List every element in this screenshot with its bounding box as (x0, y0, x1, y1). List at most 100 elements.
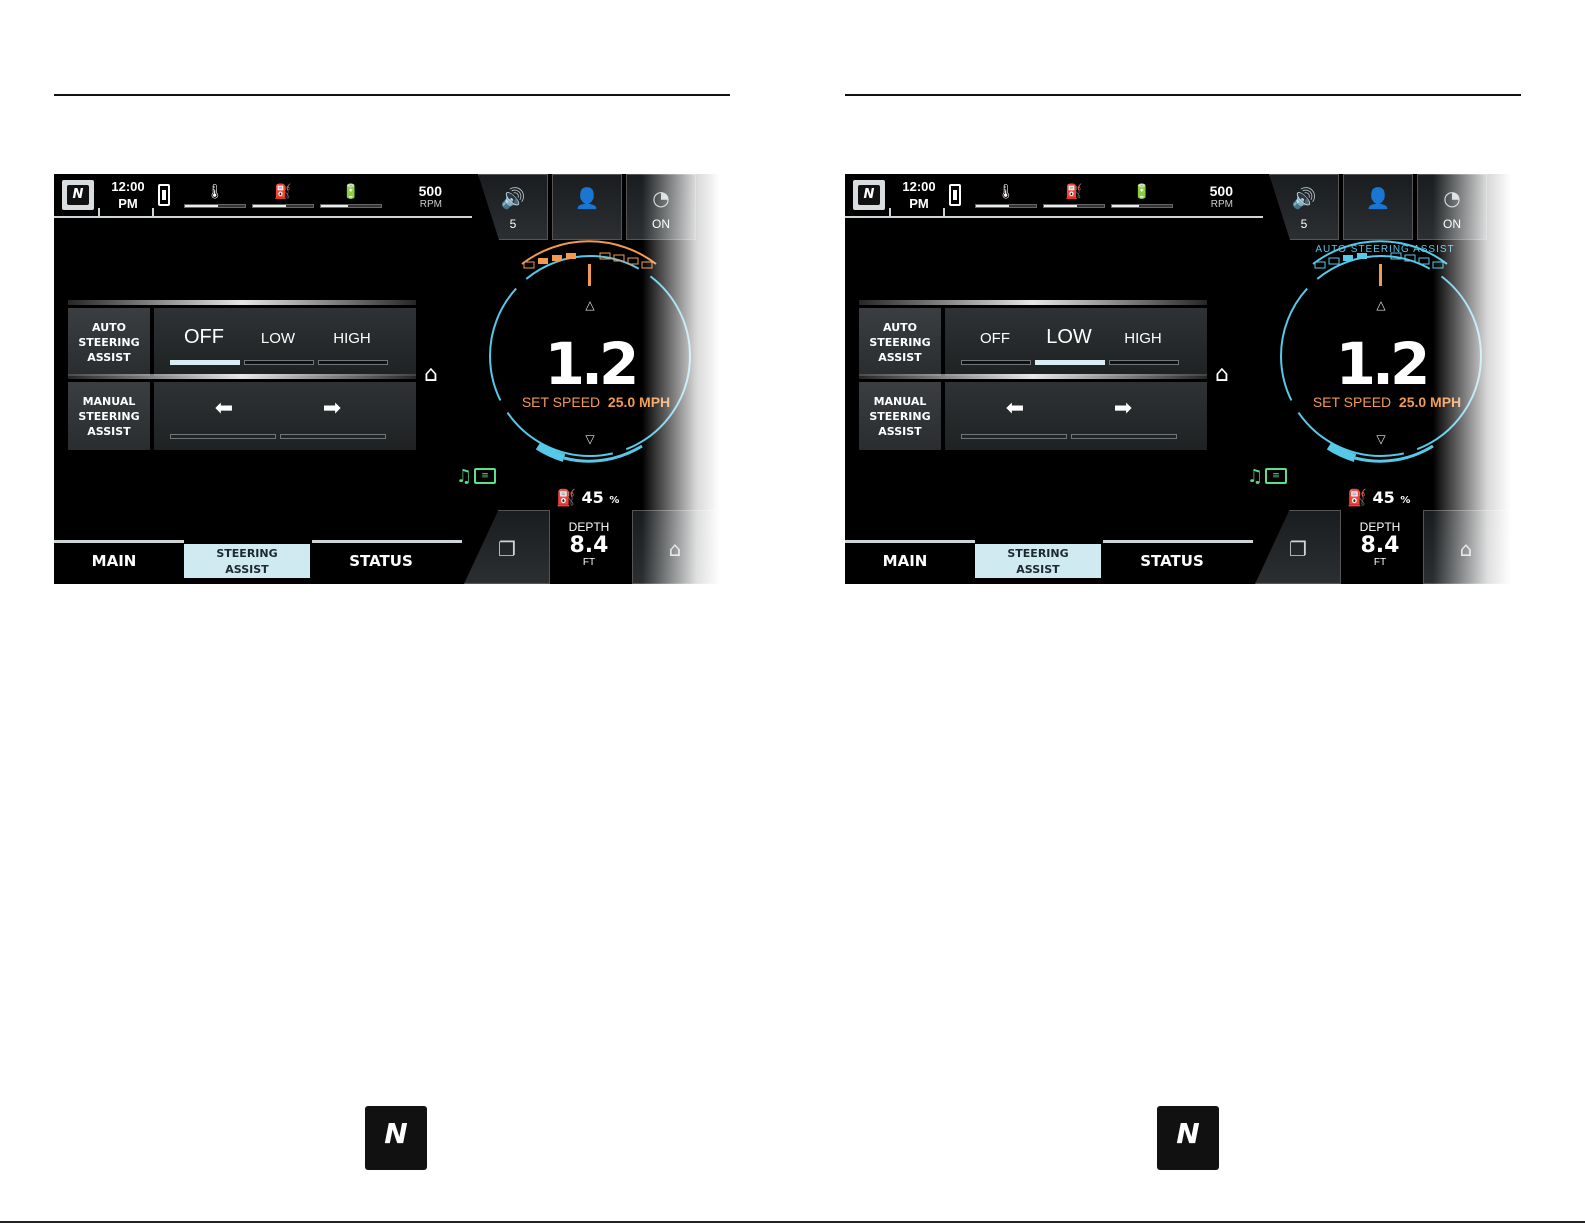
rpm-readout: 500 RPM (1193, 183, 1233, 211)
hull-right-indicator (1071, 434, 1177, 439)
tab-steering-assist[interactable]: STEERING ASSIST (184, 544, 310, 578)
tab-status[interactable]: STATUS (316, 544, 446, 578)
music-icon[interactable]: ♫ (456, 466, 472, 487)
hull-left-icon[interactable]: ⬅ (985, 396, 1045, 421)
manual-assist-options: ⬅ ➡ (154, 382, 416, 450)
volume-button[interactable]: 🔊 5 (478, 174, 548, 240)
option-low-indicator (244, 360, 314, 365)
manual-steering-assist-label: MANUAL STEERING ASSIST (68, 382, 150, 450)
tab-main[interactable]: MAIN (54, 544, 174, 578)
rpm-unit: RPM (1210, 199, 1233, 210)
nautique-logo-icon[interactable]: N (62, 180, 94, 210)
nautique-logo-icon[interactable]: N (853, 180, 885, 210)
temperature-gauge: 🌡 (184, 184, 246, 210)
depth-unit: FT (582, 557, 596, 568)
home-button[interactable]: ⌂ (632, 510, 718, 584)
volume-value: 5 (509, 217, 517, 231)
hull-right-icon[interactable]: ➡ (1093, 396, 1153, 421)
battery-fill (321, 205, 348, 207)
home-button[interactable]: ⌂ (1423, 510, 1509, 584)
speed-up-arrow[interactable]: △ (1373, 298, 1389, 312)
volume-button[interactable]: 🔊 5 (1269, 174, 1339, 240)
nautique-logo-icon: N (1157, 1106, 1219, 1170)
tab-steering-assist[interactable]: STEERING ASSIST (975, 544, 1101, 578)
cruise-button[interactable]: ◔ ON (1417, 174, 1487, 240)
hull-left-indicator (170, 434, 276, 439)
panel-glow (859, 374, 1207, 379)
heading-marker (588, 264, 591, 286)
home-icon[interactable]: ⌂ (1215, 362, 1229, 387)
nautique-logo-icon: N (365, 1106, 427, 1170)
option-low[interactable]: LOW (240, 330, 316, 347)
depth-readout: DEPTH 8.4 FT (554, 520, 624, 568)
tab-label-line: ASSIST (1016, 563, 1060, 576)
label-line: MANUAL (82, 394, 136, 408)
panel-glow (68, 300, 416, 305)
heading-marker (1379, 264, 1382, 286)
set-speed: SET SPEED 25.0 MPH (506, 394, 686, 410)
battery-icon: 🔋 (342, 184, 360, 200)
cruise-button[interactable]: ◔ ON (626, 174, 696, 240)
option-off[interactable]: OFF (166, 326, 242, 349)
music-icon[interactable]: ♫ (1247, 466, 1263, 487)
profile-button[interactable]: 👤 (1343, 174, 1413, 240)
auto-assist-options: OFF LOW HIGH (154, 308, 416, 376)
depth-label: DEPTH (568, 520, 610, 534)
assist-segment (552, 255, 562, 261)
speed-value: 1.2 (544, 330, 640, 398)
rpm-value: 500 (1209, 183, 1233, 199)
label-line: STEERING (78, 409, 140, 423)
assist-segment (566, 253, 576, 259)
speed-down-arrow[interactable]: ▽ (582, 432, 598, 446)
label-line: ASSIST (878, 424, 922, 438)
depth-value: 8.4 (569, 533, 609, 558)
home-icon: ⌂ (1459, 537, 1473, 561)
nav-line (1103, 540, 1253, 543)
tab-label-line: STEERING (1007, 547, 1069, 560)
label-line: ASSIST (878, 350, 922, 364)
hull-left-icon[interactable]: ⬅ (194, 396, 254, 421)
speed-down-arrow[interactable]: ▽ (1373, 432, 1389, 446)
cruise-value: ON (652, 217, 670, 231)
screens-icon: ❐ (1289, 537, 1307, 561)
manual-assist-options: ⬅ ➡ (945, 382, 1207, 450)
cruise-value: ON (1443, 217, 1461, 231)
status-bar-line (54, 216, 472, 218)
option-off[interactable]: OFF (957, 330, 1033, 347)
auto-assist-options: OFF LOW HIGH (945, 308, 1207, 376)
option-low[interactable]: LOW (1031, 326, 1107, 349)
fuel-value: 45 (581, 488, 604, 507)
depth-unit: FT (1373, 557, 1387, 568)
volume-icon: 🔊 (500, 186, 526, 210)
label-line: STEERING (869, 409, 931, 423)
hull-right-indicator (280, 434, 386, 439)
set-speed-label: SET SPEED (1312, 394, 1392, 410)
temperature-icon: 🌡 (997, 184, 1015, 200)
header-rule-right (845, 94, 1521, 96)
rpm-unit: RPM (419, 199, 442, 210)
volume-value: 5 (1300, 217, 1308, 231)
assist-segment (538, 258, 548, 264)
option-high[interactable]: HIGH (1105, 330, 1181, 347)
hull-right-icon[interactable]: ➡ (302, 396, 362, 421)
option-high[interactable]: HIGH (314, 330, 390, 347)
option-high-indicator (1109, 360, 1179, 365)
manual-steering-assist-label: MANUAL STEERING ASSIST (859, 382, 941, 450)
battery-gauge: 🔋 (320, 184, 382, 210)
speed-up-arrow[interactable]: △ (582, 298, 598, 312)
phone-icon (158, 184, 170, 206)
tab-main[interactable]: MAIN (845, 544, 965, 578)
battery-icon: 🔋 (1133, 184, 1151, 200)
profile-button[interactable]: 👤 (552, 174, 622, 240)
status-divider (889, 208, 891, 216)
battery-fill (1112, 205, 1139, 207)
screens-button[interactable]: ❐ (464, 510, 550, 584)
tab-status[interactable]: STATUS (1107, 544, 1237, 578)
assist-segment (1432, 261, 1444, 269)
auto-steering-assist-label: AUTO STEERING ASSIST (859, 308, 941, 376)
tab-label-line: STEERING (216, 547, 278, 560)
screens-button[interactable]: ❐ (1255, 510, 1341, 584)
set-speed: SET SPEED 25.0 MPH (1297, 394, 1477, 410)
home-icon[interactable]: ⌂ (424, 362, 438, 387)
hull-left-indicator (961, 434, 1067, 439)
